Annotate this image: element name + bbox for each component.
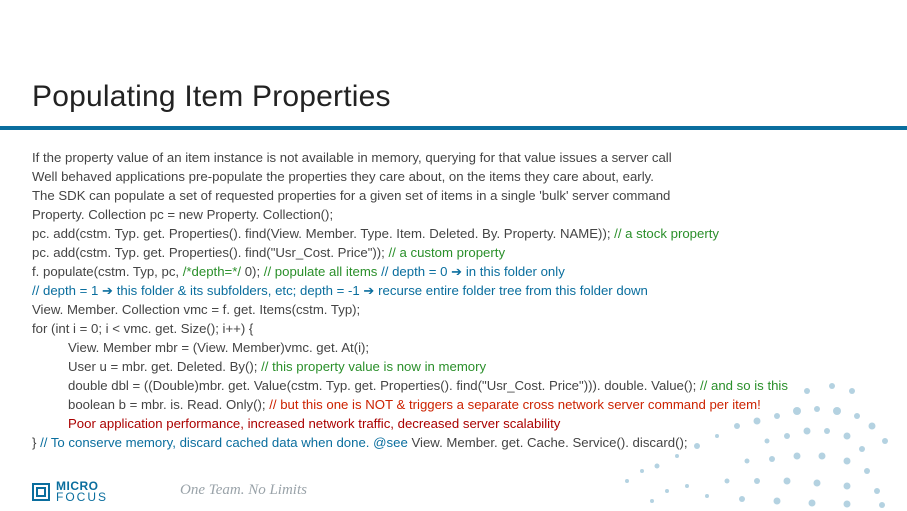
code-text: double dbl = ((Double)mbr. get. Value(cs… (68, 378, 700, 393)
code-text: pc. add(cstm. Typ. get. Properties(). fi… (32, 245, 389, 260)
code-line: for (int i = 0; i < vmc. get. Size(); i+… (32, 319, 883, 338)
code-line: f. populate(cstm. Typ, pc, /*depth=*/ 0)… (32, 262, 883, 281)
code-comment: recurse entire folder tree from this fol… (374, 283, 647, 298)
arrow-icon: ➔ (451, 264, 462, 279)
code-line: View. Member. Collection vmc = f. get. I… (32, 300, 883, 319)
code-line: pc. add(cstm. Typ. get. Properties(). fi… (32, 243, 883, 262)
slide-body: If the property value of an item instanc… (32, 148, 883, 452)
code-comment: // populate all items (264, 264, 381, 279)
code-comment: // and so is this (700, 378, 788, 393)
code-text: 0); (245, 264, 264, 279)
tagline: One Team. No Limits (180, 482, 307, 499)
body-line: Well behaved applications pre-populate t… (32, 167, 883, 186)
code-text: f. populate(cstm. Typ, pc, (32, 264, 183, 279)
code-comment: // this property value is now in memory (261, 359, 486, 374)
code-warning: // but this one is NOT & triggers a sepa… (269, 397, 761, 412)
code-text: pc. add(cstm. Typ. get. Properties(). fi… (32, 226, 614, 241)
code-comment: in this folder only (462, 264, 565, 279)
footer: MICRO FOCUS One Team. No Limits (0, 467, 907, 511)
code-line: pc. add(cstm. Typ. get. Properties(). fi… (32, 224, 883, 243)
warning-line: Poor application performance, increased … (32, 414, 883, 433)
slide-title: Populating Item Properties (32, 80, 391, 114)
code-text: User u = mbr. get. Deleted. By(); (68, 359, 261, 374)
code-comment: /*depth=*/ (183, 264, 245, 279)
code-comment: // To conserve memory, discard cached da… (40, 435, 373, 450)
code-line: double dbl = ((Double)mbr. get. Value(cs… (32, 376, 883, 395)
body-line: If the property value of an item instanc… (32, 148, 883, 167)
code-line: // depth = 1 ➔ this folder & its subfold… (32, 281, 883, 300)
code-comment: // a stock property (614, 226, 719, 241)
code-text: View. Member. get. Cache. Service(). dis… (411, 435, 687, 450)
brand-logo: MICRO FOCUS (32, 481, 108, 503)
code-comment: // a custom property (389, 245, 506, 260)
slide: { "title": "Populating Item Properties",… (0, 0, 907, 511)
microfocus-icon (32, 483, 50, 501)
code-line: View. Member mbr = (View. Member)vmc. ge… (32, 338, 883, 357)
code-text: } (32, 435, 40, 450)
code-annotation: @see (373, 435, 411, 450)
brand-text: MICRO FOCUS (56, 481, 108, 503)
brand-bottom: FOCUS (56, 492, 108, 503)
body-line: The SDK can populate a set of requested … (32, 186, 883, 205)
title-divider (0, 126, 907, 130)
code-comment: // depth = 0 (381, 264, 451, 279)
arrow-icon: ➔ (363, 283, 374, 298)
code-line: User u = mbr. get. Deleted. By(); // thi… (32, 357, 883, 376)
code-comment: this folder & its subfolders, etc; depth… (113, 283, 363, 298)
code-comment: // depth = 1 (32, 283, 102, 298)
code-line: Property. Collection pc = new Property. … (32, 205, 883, 224)
code-text: boolean b = mbr. is. Read. Only(); (68, 397, 269, 412)
code-line: boolean b = mbr. is. Read. Only(); // bu… (32, 395, 883, 414)
code-line: } // To conserve memory, discard cached … (32, 433, 883, 452)
arrow-icon: ➔ (102, 283, 113, 298)
